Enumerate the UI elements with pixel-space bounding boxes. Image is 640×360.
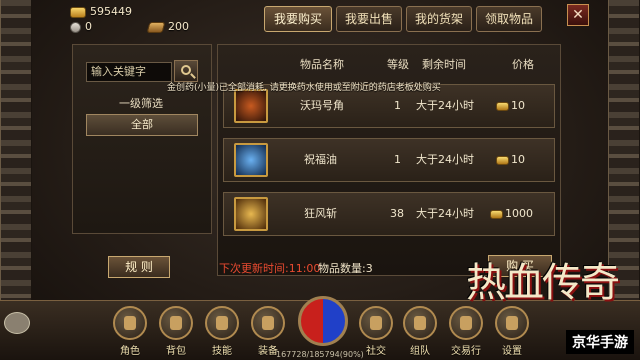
scroll-icon <box>205 306 239 340</box>
item-level: 38 <box>390 207 404 220</box>
gold-bar-icon <box>146 21 166 33</box>
gold-ingot-icon <box>70 6 86 18</box>
item-price: 1000 <box>490 193 533 235</box>
nav-team[interactable]: 组队 <box>400 306 440 357</box>
left-pillar-decoration <box>0 0 32 300</box>
tab-my-shelf[interactable]: 我的货架 <box>406 6 472 32</box>
header-remaining-time: 剩余时间 <box>422 58 466 71</box>
item-name: 祝福油 <box>304 153 337 166</box>
nav-bag[interactable]: 背包 <box>156 306 196 357</box>
hp-readout: 167728/185794(90%) <box>276 350 364 359</box>
header-item-name: 物品名称 <box>300 58 344 71</box>
potion-bottle-icon <box>234 143 268 177</box>
search-button[interactable] <box>174 60 198 82</box>
skill-book-icon <box>234 197 268 231</box>
table-row[interactable]: 狂风斩 38 大于24小时 1000 <box>223 192 555 236</box>
search-input[interactable]: 输入关键字 <box>86 62 172 82</box>
item-count: 物品数量:3 <box>318 262 373 275</box>
nav-social[interactable]: 社交 <box>356 306 396 357</box>
hammer-icon <box>251 306 285 340</box>
system-notice: 金创药(小量)已全部消耗, 请更换药水使用或至附近的药店老板处购买 <box>167 83 441 93</box>
rules-button[interactable]: 规 则 <box>108 256 170 278</box>
team-icon <box>403 306 437 340</box>
filter-all-button[interactable]: 全部 <box>86 114 198 136</box>
gold-ingot-icon <box>496 101 509 111</box>
item-price: 10 <box>496 139 525 181</box>
helmet-icon <box>113 306 147 340</box>
tab-sell[interactable]: 我要出售 <box>336 6 402 32</box>
item-time: 大于24小时 <box>416 153 474 166</box>
silver-resource: 0 <box>70 20 92 33</box>
nav-trade[interactable]: 交易行 <box>446 306 486 357</box>
item-price: 10 <box>496 85 525 127</box>
hp-mp-orb <box>298 296 348 346</box>
search-icon <box>181 65 191 75</box>
social-icon <box>359 306 393 340</box>
silver-coin-icon <box>70 21 81 33</box>
item-level: 1 <box>394 153 401 166</box>
chat-icon[interactable] <box>4 312 30 334</box>
gear-icon <box>495 306 529 340</box>
table-row[interactable]: 祝福油 1 大于24小时 10 <box>223 138 555 182</box>
gold-ingot-icon <box>490 209 503 219</box>
filter-label: 一级筛选 <box>119 97 163 110</box>
horse-icon <box>449 306 483 340</box>
tab-collect[interactable]: 领取物品 <box>476 6 542 32</box>
bar-resource: 200 <box>146 20 189 33</box>
game-logo: 热血传奇 <box>466 260 620 306</box>
gold-resource: 595449 <box>70 5 132 18</box>
nav-skills[interactable]: 技能 <box>202 306 242 357</box>
watermark: 京华手游 <box>566 330 634 354</box>
gold-ingot-icon <box>496 155 509 165</box>
nav-settings[interactable]: 设置 <box>492 306 532 357</box>
nav-equipment[interactable]: 装备 <box>248 306 288 357</box>
close-button[interactable]: ✕ <box>567 4 589 26</box>
header-level: 等级 <box>387 58 409 71</box>
horn-item-icon <box>234 89 268 123</box>
item-name: 狂风斩 <box>304 207 337 220</box>
tab-buy[interactable]: 我要购买 <box>264 6 332 32</box>
bag-icon <box>159 306 193 340</box>
refresh-time: 下次更新时间:11:00 <box>219 262 321 275</box>
nav-character[interactable]: 角色 <box>110 306 150 357</box>
header-price: 价格 <box>512 58 534 71</box>
item-time: 大于24小时 <box>416 207 474 220</box>
